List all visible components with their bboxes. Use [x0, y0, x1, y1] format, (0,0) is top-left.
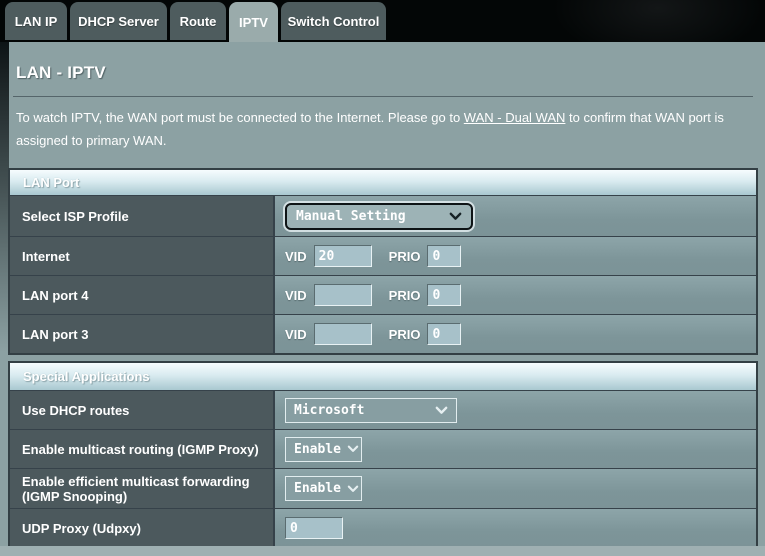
igmp-snooping-selected-value: Enable	[294, 481, 341, 496]
vid-label: VID	[285, 287, 307, 303]
tab-strip: LAN IP DHCP Server Route IPTV Switch Con…	[5, 2, 389, 42]
lan-port-3-label: LAN port 3	[10, 315, 275, 353]
prio-label: PRIO	[388, 287, 421, 303]
igmp-proxy-row: Enable multicast routing (IGMP Proxy) En…	[10, 429, 756, 468]
internet-prio-input[interactable]	[427, 245, 462, 267]
internet-value-cell: VID PRIO	[275, 237, 756, 275]
udp-proxy-label: UDP Proxy (Udpxy)	[10, 509, 275, 547]
igmp-snooping-select[interactable]: Enable	[285, 476, 362, 501]
isp-profile-row: Select ISP Profile Manual Setting	[10, 195, 756, 236]
prio-label: PRIO	[388, 248, 421, 264]
igmp-proxy-label: Enable multicast routing (IGMP Proxy)	[10, 430, 275, 468]
chevron-down-icon	[435, 406, 448, 415]
special-applications-panel-header: Special Applications	[10, 363, 756, 390]
lan-port-4-label: LAN port 4	[10, 276, 275, 314]
internet-vlan-row: Internet VID PRIO	[10, 236, 756, 275]
lan-port-3-value-cell: VID PRIO	[275, 315, 756, 353]
lan-port-panel-header: LAN Port	[10, 170, 756, 195]
igmp-snooping-label: Enable efficient multicast forwarding (I…	[10, 469, 275, 508]
lan-port-3-vid-input[interactable]	[313, 323, 372, 345]
dhcp-routes-selected-value: Microsoft	[294, 402, 365, 418]
udp-proxy-input[interactable]	[285, 517, 343, 539]
dhcp-routes-select[interactable]: Microsoft	[285, 397, 457, 423]
igmp-snooping-row: Enable efficient multicast forwarding (I…	[10, 468, 756, 508]
lan-port-4-vid-input[interactable]	[313, 284, 372, 306]
dhcp-routes-label: Use DHCP routes	[10, 391, 275, 429]
igmp-proxy-selected-value: Enable	[294, 441, 341, 457]
isp-profile-label: Select ISP Profile	[10, 196, 275, 236]
content-area: LAN - IPTV To watch IPTV, the WAN port m…	[0, 42, 765, 556]
page-title: LAN - IPTV	[16, 63, 106, 82]
special-applications-panel: Special Applications Use DHCP routes Mic…	[8, 361, 758, 549]
chevron-down-icon	[449, 212, 462, 221]
lan-port-4-vlan-row: LAN port 4 VID PRIO	[10, 275, 756, 314]
tab-switch-control[interactable]: Switch Control	[281, 2, 386, 40]
lan-port-panel: LAN Port Select ISP Profile Manual Setti…	[8, 168, 758, 355]
lan-port-4-prio-input[interactable]	[427, 284, 462, 306]
tab-lan-ip[interactable]: LAN IP	[5, 2, 67, 40]
bottom-strip	[0, 546, 765, 556]
chevron-down-icon	[347, 445, 359, 453]
page-description: To watch IPTV, the WAN port must be conn…	[16, 106, 738, 152]
tab-bar: LAN IP DHCP Server Route IPTV Switch Con…	[0, 0, 765, 42]
lan-port-4-value-cell: VID PRIO	[275, 276, 756, 314]
lan-port-3-vlan-row: LAN port 3 VID PRIO	[10, 314, 756, 353]
internet-vid-input[interactable]	[313, 245, 372, 267]
igmp-proxy-value-cell: Enable	[275, 430, 756, 468]
description-text-before: To watch IPTV, the WAN port must be conn…	[16, 110, 464, 125]
tab-dhcp-server[interactable]: DHCP Server	[70, 2, 167, 40]
lan-port-3-prio-input[interactable]	[427, 323, 462, 345]
vid-label: VID	[285, 326, 307, 342]
isp-profile-selected-value: Manual Setting	[296, 208, 406, 224]
prio-label: PRIO	[388, 326, 421, 342]
igmp-proxy-select[interactable]: Enable	[285, 436, 362, 462]
isp-profile-select[interactable]: Manual Setting	[285, 202, 473, 230]
dual-wan-link[interactable]: WAN - Dual WAN	[464, 110, 566, 125]
igmp-snooping-value-cell: Enable	[275, 469, 756, 508]
tab-iptv[interactable]: IPTV	[229, 2, 278, 42]
isp-profile-value-cell: Manual Setting	[275, 196, 756, 236]
dhcp-routes-row: Use DHCP routes Microsoft	[10, 390, 756, 429]
udp-proxy-row: UDP Proxy (Udpxy)	[10, 508, 756, 547]
title-divider	[13, 96, 753, 97]
internet-label: Internet	[10, 237, 275, 275]
udp-proxy-value-cell	[275, 509, 756, 547]
tab-route[interactable]: Route	[170, 2, 226, 40]
iptv-settings-screen: LAN IP DHCP Server Route IPTV Switch Con…	[0, 0, 765, 556]
dhcp-routes-value-cell: Microsoft	[275, 391, 756, 429]
vid-label: VID	[285, 248, 307, 264]
chevron-down-icon	[347, 485, 359, 493]
